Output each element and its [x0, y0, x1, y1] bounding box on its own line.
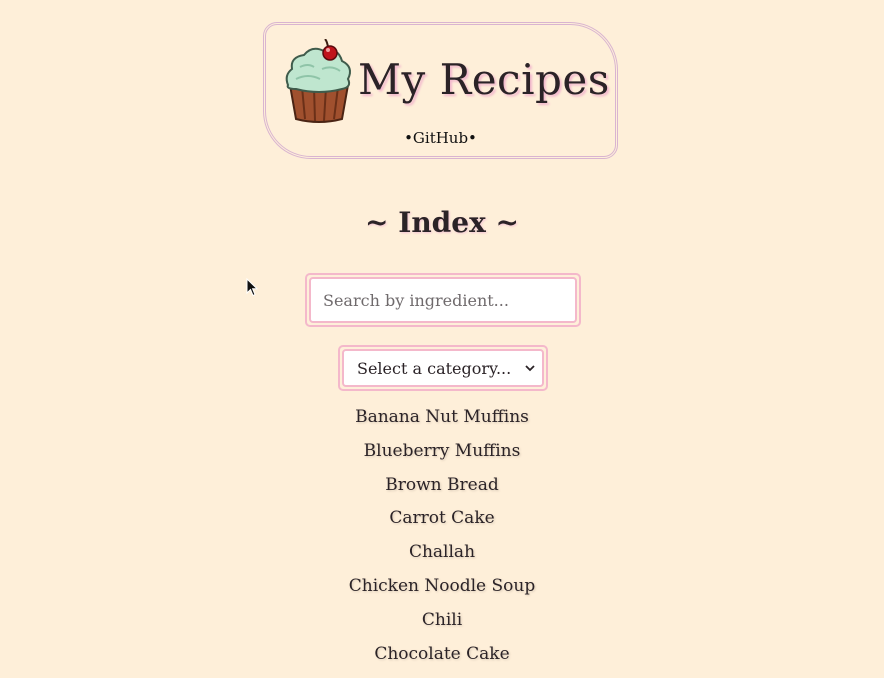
list-item: Blueberry Muffins	[0, 438, 884, 472]
list-item: Carrot Cake	[0, 505, 884, 539]
category-select-frame: Select a category...	[338, 345, 548, 391]
recipe-link[interactable]: Chicken Noodle Soup	[349, 576, 535, 596]
recipe-link[interactable]: Chocolate Cake	[374, 644, 509, 664]
header-box: My Recipes •GitHub•	[263, 22, 618, 159]
category-select[interactable]: Select a category...	[342, 349, 544, 387]
list-item: Chicken Noodle Soup	[0, 573, 884, 607]
list-item: Banana Nut Muffins	[0, 404, 884, 438]
search-input[interactable]	[309, 277, 577, 323]
site-title: My Recipes	[358, 55, 610, 104]
github-link[interactable]: •GitHub•	[266, 129, 615, 147]
category-select-value: Select a category...	[357, 359, 512, 378]
chevron-down-icon	[525, 365, 535, 372]
cupcake-icon	[285, 39, 351, 123]
list-item: Challah	[0, 539, 884, 573]
list-item: Chili	[0, 607, 884, 641]
list-item: Brown Bread	[0, 472, 884, 506]
recipe-link[interactable]: Banana Nut Muffins	[355, 407, 529, 427]
mouse-cursor-icon	[246, 278, 258, 297]
recipe-link[interactable]: Chili	[422, 610, 462, 630]
search-frame	[305, 273, 581, 327]
index-title: ~ Index ~	[365, 206, 519, 239]
recipe-list: Banana Nut Muffins Blueberry Muffins Bro…	[0, 404, 884, 674]
recipe-link[interactable]: Blueberry Muffins	[364, 441, 521, 461]
recipe-link[interactable]: Carrot Cake	[389, 508, 494, 528]
recipe-link[interactable]: Brown Bread	[385, 475, 498, 495]
recipe-link[interactable]: Challah	[409, 542, 475, 562]
recipes-page: My Recipes •GitHub• ~ Index ~ Select a c…	[0, 0, 884, 678]
list-item: Chocolate Cake	[0, 641, 884, 675]
